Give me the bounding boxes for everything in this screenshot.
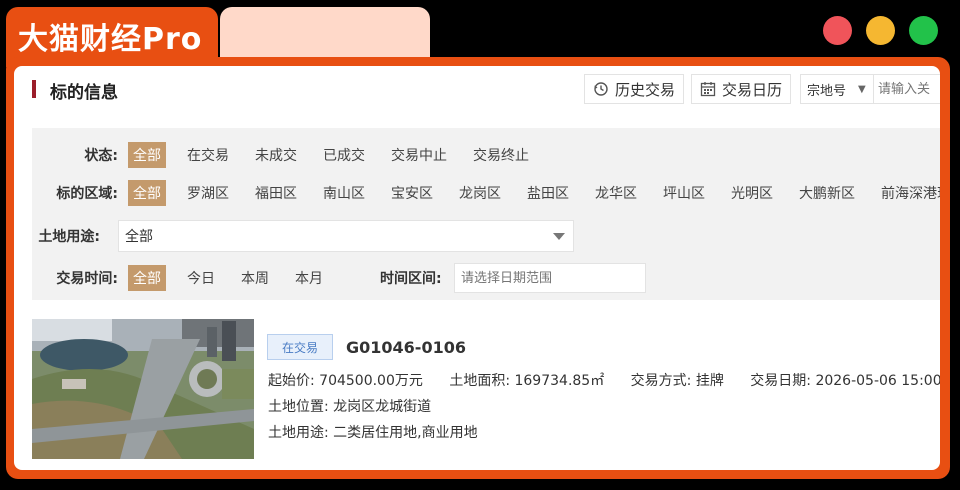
region-chip-yantian[interactable]: 盐田区 [522,180,574,206]
dropdown-arrow-icon [553,232,565,240]
listing-info-row-1: 起始价: 704500.00万元 土地面积: 169734.85㎡ 交易方式: … [268,370,940,390]
status-label: 状态: [84,148,118,164]
status-chip-unsold[interactable]: 未成交 [250,142,302,168]
brand-logo: 大猫财经Pro [18,22,203,57]
time-filter-row: 交易时间: 全部 今日 本周 本月 时间区间: [32,263,646,293]
filter-panel: 状态: 全部 在交易 未成交 已成交 交易中止 交易终止 标的区域: 全部 罗湖… [32,128,940,300]
land-area: 土地面积: 169734.85㎡ [449,373,605,389]
close-dot-icon[interactable] [823,16,852,45]
calendar-icon [700,82,716,97]
chevron-down-icon: ▼ [858,83,866,95]
time-label: 交易时间: [56,271,118,287]
minimize-dot-icon[interactable] [866,16,895,45]
status-badge: 在交易 [267,334,333,360]
land-use-filter-row: 土地用途: 全部 [32,220,574,252]
window-controls [823,16,938,45]
region-filter-row: 标的区域: 全部 罗湖区 福田区 南山区 宝安区 龙岗区 盐田区 龙华区 坪山区… [32,180,940,206]
status-filter-row: 状态: 全部 在交易 未成交 已成交 交易中止 交易终止 [32,142,550,168]
time-chip-month[interactable]: 本月 [290,265,328,291]
land-parcel-photo[interactable] [32,319,254,459]
region-chip-nanshan[interactable]: 南山区 [318,180,370,206]
land-use-dropdown[interactable]: 全部 [118,220,574,252]
status-chip-all[interactable]: 全部 [128,142,166,168]
region-chip-longgang[interactable]: 龙岗区 [454,180,506,206]
secondary-tab[interactable] [220,7,430,59]
select-value: 宗地号 [807,83,847,99]
search-field-select[interactable]: 宗地号 ▼ [800,74,874,104]
listing-land-use: 土地用途: 二类居住用地,商业用地 [268,425,478,441]
main-content: 标的信息 历史交易 交易日历 宗地号 ▼ 请输入关 状态: 全部 在交易 未成交… [14,66,940,470]
time-chip-all[interactable]: 全部 [128,265,166,291]
listing-location: 土地位置: 龙岗区龙城街道 [268,399,432,415]
status-chip-terminated[interactable]: 交易终止 [468,142,534,168]
land-use-value: 全部 [125,229,153,245]
history-trades-button[interactable]: 历史交易 [584,74,685,104]
region-label: 标的区域: [56,186,118,202]
page-title: 标的信息 [50,83,118,103]
status-chip-trading[interactable]: 在交易 [182,142,234,168]
status-chip-sold[interactable]: 已成交 [318,142,370,168]
lot-id-link[interactable]: G01046-0106 [346,338,466,357]
trade-date: 交易日期: 2026-05-06 15:00:00 [750,373,940,389]
maximize-dot-icon[interactable] [909,16,938,45]
history-button-label: 历史交易 [615,80,676,99]
time-chip-week[interactable]: 本周 [236,265,274,291]
region-chip-dapeng[interactable]: 大鹏新区 [794,180,860,206]
time-chip-today[interactable]: 今日 [182,265,220,291]
land-use-label: 土地用途: [38,229,100,245]
app-frame: 大猫财经Pro 标的信息 历史交易 交易日历 宗地号 ▼ 请输入关 状态: 全部… [0,0,960,490]
aerial-photo-image [32,319,254,459]
region-chip-guangming[interactable]: 光明区 [726,180,778,206]
history-icon [594,82,608,96]
status-chip-suspended[interactable]: 交易中止 [386,142,452,168]
region-chip-longhua[interactable]: 龙华区 [590,180,642,206]
time-range-label: 时间区间: [380,271,442,287]
title-accent-bar [32,80,36,98]
search-input[interactable] [874,74,940,104]
region-chip-luohu[interactable]: 罗湖区 [182,180,234,206]
trade-calendar-button[interactable]: 交易日历 [691,74,792,104]
trade-method: 交易方式: 挂牌 [630,373,724,389]
region-chip-pingshan[interactable]: 坪山区 [658,180,710,206]
region-chip-baoan[interactable]: 宝安区 [386,180,438,206]
date-range-input[interactable] [454,263,646,293]
start-price: 起始价: 704500.00万元 [268,373,423,389]
calendar-button-label: 交易日历 [722,80,783,99]
region-chip-futian[interactable]: 福田区 [250,180,302,206]
region-chip-qianhai[interactable]: 前海深港现代服务业合 [876,180,940,206]
region-chip-all[interactable]: 全部 [128,180,166,206]
